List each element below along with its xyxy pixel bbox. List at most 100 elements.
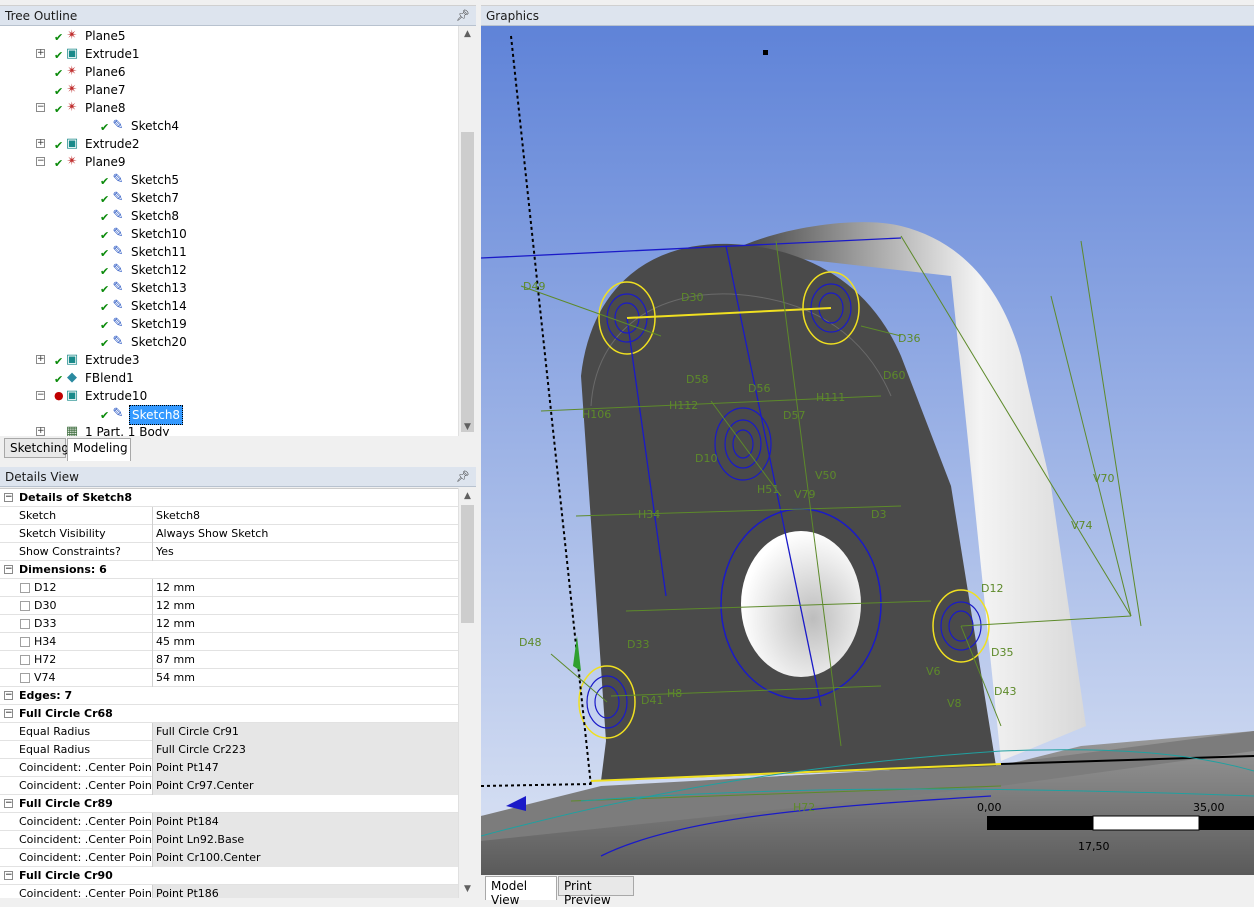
- property-value[interactable]: Point Ln92.Base: [153, 831, 458, 849]
- tree-node[interactable]: − ● ▣ Extrude10: [0, 387, 458, 405]
- graphics-viewport[interactable]: D49 D30 D36 D58 D56 D57 H112 H111 H106 D10 H51 V79 V…: [481, 26, 1254, 875]
- dimension-label[interactable]: D12: [981, 582, 1003, 595]
- tree-node-label[interactable]: Sketch12: [129, 261, 189, 279]
- details-row[interactable]: Equal Radius Full Circle Cr91: [0, 723, 458, 741]
- details-row[interactable]: H34 45 mm: [0, 633, 458, 651]
- collapse-icon[interactable]: −: [36, 103, 45, 112]
- details-group-header[interactable]: − Details of Sketch8: [0, 489, 458, 507]
- tree-node[interactable]: + ✔ ▣ Extrude3: [0, 351, 458, 369]
- details-row[interactable]: Coincident: .Center Point Point Ln92.Base: [0, 831, 458, 849]
- details-row[interactable]: Coincident: .Center Point Point Pt147: [0, 759, 458, 777]
- property-value[interactable]: Sketch8: [153, 507, 458, 525]
- tree-node-label[interactable]: Sketch20: [129, 333, 189, 351]
- dimension-label[interactable]: D10: [695, 452, 717, 465]
- property-value[interactable]: Always Show Sketch: [153, 525, 458, 543]
- details-group-header[interactable]: − Full Circle Cr89: [0, 795, 458, 813]
- property-value[interactable]: Point Pt186: [153, 885, 458, 898]
- tree-node[interactable]: ✔ ✎ Sketch7: [0, 189, 458, 207]
- details-row[interactable]: Coincident: .Center Point Point Cr97.Cent…: [0, 777, 458, 795]
- collapse-icon[interactable]: −: [4, 493, 13, 502]
- property-value[interactable]: 12 mm: [153, 615, 458, 633]
- tree-node-label[interactable]: Extrude10: [83, 387, 149, 405]
- tree-node[interactable]: ✔ ✎ Sketch10: [0, 225, 458, 243]
- details-row[interactable]: Show Constraints? Yes: [0, 543, 458, 561]
- dimension-label[interactable]: V8: [947, 697, 962, 710]
- dimension-label[interactable]: D36: [898, 332, 920, 345]
- dimension-label[interactable]: V50: [815, 469, 837, 482]
- tree-node-label[interactable]: Plane7: [83, 81, 128, 99]
- tree-node[interactable]: + ▦ 1 Part, 1 Body: [0, 423, 458, 436]
- property-value[interactable]: 87 mm: [153, 651, 458, 669]
- tree-node-label[interactable]: Plane9: [83, 153, 128, 171]
- property-value[interactable]: 12 mm: [153, 579, 458, 597]
- tree-node[interactable]: ✔ ✎ Sketch13: [0, 279, 458, 297]
- dimension-label[interactable]: V74: [1071, 519, 1093, 532]
- dimension-label[interactable]: D49: [523, 280, 545, 293]
- collapse-icon[interactable]: −: [4, 691, 13, 700]
- tree-node-label[interactable]: Plane6: [83, 63, 128, 81]
- tree-node-label[interactable]: Sketch11: [129, 243, 189, 261]
- property-value[interactable]: Full Circle Cr223: [153, 741, 458, 759]
- dimension-label[interactable]: H8: [667, 687, 682, 700]
- details-row[interactable]: H72 87 mm: [0, 651, 458, 669]
- scroll-up-arrow-icon[interactable]: ▲: [459, 488, 476, 505]
- tree-node[interactable]: ✔ ✎ Sketch19: [0, 315, 458, 333]
- tree-node[interactable]: ✔ ✴ Plane5: [0, 27, 458, 45]
- expand-icon[interactable]: +: [36, 427, 45, 436]
- details-row[interactable]: V74 54 mm: [0, 669, 458, 687]
- tree-node[interactable]: ✔ ✎ Sketch12: [0, 261, 458, 279]
- dimension-label[interactable]: D30: [681, 291, 703, 304]
- dimension-label[interactable]: D33: [627, 638, 649, 651]
- tree-node[interactable]: ✔ ✎ Sketch20: [0, 333, 458, 351]
- tree-scrollbar[interactable]: ▲ ▼: [458, 26, 476, 436]
- tree-node-label[interactable]: Plane8: [83, 99, 128, 117]
- tree-node-label[interactable]: Extrude1: [83, 45, 142, 63]
- tree-node[interactable]: + ✔ ▣ Extrude1: [0, 45, 458, 63]
- details-row[interactable]: Equal Radius Full Circle Cr223: [0, 741, 458, 759]
- tree-node[interactable]: ✔ ✴ Plane6: [0, 63, 458, 81]
- dimension-label[interactable]: H111: [816, 391, 845, 404]
- tree-node[interactable]: ✔ ✎ Sketch14: [0, 297, 458, 315]
- tree-node[interactable]: ✔ ✎ Sketch8: [0, 207, 458, 225]
- dimension-label[interactable]: D58: [686, 373, 708, 386]
- tree-node-label[interactable]: Sketch8: [129, 405, 184, 425]
- scroll-down-arrow-icon[interactable]: ▼: [459, 881, 476, 898]
- tree-node[interactable]: ✔ ✎ Sketch11: [0, 243, 458, 261]
- dimension-label[interactable]: D57: [783, 409, 805, 422]
- pin-icon[interactable]: 📌︎: [456, 470, 470, 483]
- collapse-icon[interactable]: −: [36, 157, 45, 166]
- model-canvas[interactable]: D49 D30 D36 D58 D56 D57 H112 H111 H106 D10 H51 V79 V…: [481, 26, 1254, 875]
- tree-node-label[interactable]: Sketch5: [129, 171, 181, 189]
- dimension-label[interactable]: V70: [1093, 472, 1115, 485]
- tab-modeling[interactable]: Modeling: [67, 438, 131, 461]
- tab-sketching[interactable]: Sketching: [4, 438, 69, 458]
- dimension-label[interactable]: D56: [748, 382, 770, 395]
- property-value[interactable]: Point Cr97.Center: [153, 777, 458, 795]
- scroll-down-arrow-icon[interactable]: ▼: [459, 419, 476, 436]
- collapse-icon[interactable]: −: [36, 391, 45, 400]
- tree-node[interactable]: − ✔ ✴ Plane8: [0, 99, 458, 117]
- property-value[interactable]: 45 mm: [153, 633, 458, 651]
- dimension-label[interactable]: H72: [793, 801, 815, 814]
- dimension-label[interactable]: D41: [641, 694, 663, 707]
- tree-node[interactable]: + ✔ ▣ Extrude2: [0, 135, 458, 153]
- tree-node-label[interactable]: Extrude2: [83, 135, 142, 153]
- expand-icon[interactable]: +: [36, 139, 45, 148]
- tree-node-label[interactable]: Sketch19: [129, 315, 189, 333]
- tree-node-label[interactable]: Sketch4: [129, 117, 181, 135]
- pin-icon[interactable]: 📌︎: [456, 9, 470, 22]
- tree-node[interactable]: ✔ ✎ Sketch4: [0, 117, 458, 135]
- scroll-up-arrow-icon[interactable]: ▲: [459, 26, 476, 43]
- property-value[interactable]: 12 mm: [153, 597, 458, 615]
- property-value[interactable]: Point Pt184: [153, 813, 458, 831]
- property-value[interactable]: Yes: [153, 543, 458, 561]
- tree-node-label[interactable]: 1 Part, 1 Body: [83, 423, 172, 436]
- tree-node[interactable]: ✔ ◆ FBlend1: [0, 369, 458, 387]
- dimension-label[interactable]: D3: [871, 508, 886, 521]
- tree-node[interactable]: ✔ ✎ Sketch8: [0, 405, 458, 425]
- tree-node-label[interactable]: Sketch7: [129, 189, 181, 207]
- tree-node[interactable]: ✔ ✴ Plane7: [0, 81, 458, 99]
- expand-icon[interactable]: +: [36, 49, 45, 58]
- tree-node-label[interactable]: Sketch8: [129, 207, 181, 225]
- property-value[interactable]: Point Cr100.Center: [153, 849, 458, 867]
